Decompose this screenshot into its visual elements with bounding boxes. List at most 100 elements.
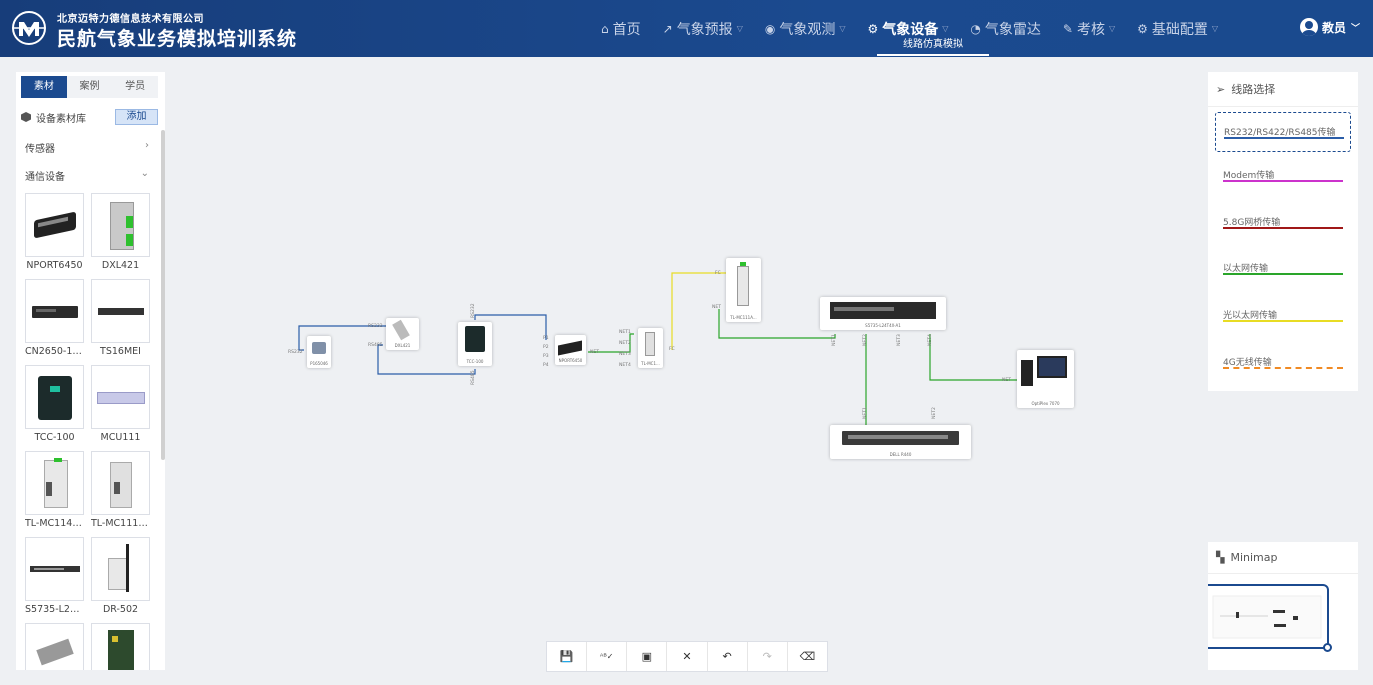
device-thumb [91, 365, 150, 429]
chevron-right-icon: › [145, 140, 149, 151]
port-label: NET [590, 350, 599, 355]
route-line [1223, 320, 1343, 322]
nav-observation[interactable]: ◉ 气象观测 ▽ [754, 0, 857, 57]
route-ethernet[interactable]: 以太网传输 [1215, 249, 1351, 289]
device-item[interactable]: DXL421 [91, 193, 150, 271]
node-optiplex[interactable]: OptiPlex 7070 [1017, 350, 1074, 408]
route-4g[interactable]: 4G无线传输 [1215, 343, 1351, 383]
fit-button[interactable]: ✕ [667, 642, 708, 671]
port-label: RS232 [471, 303, 476, 318]
device-item[interactable] [91, 623, 150, 670]
device-item[interactable]: TL-MC111A... [91, 451, 150, 529]
device-label: TS16MEI [100, 346, 141, 357]
route-line [1223, 367, 1343, 369]
route-rs232[interactable]: RS232/RS422/RS485传输 [1215, 112, 1351, 152]
minimap-viewport[interactable] [1208, 584, 1329, 649]
port-label: FC [669, 347, 675, 352]
spellcheck-button[interactable]: ᴬᴮ✓ [587, 642, 628, 671]
eraser-button[interactable]: ⌫ [788, 642, 827, 671]
undo-icon: ↶ [722, 650, 732, 663]
port-label: NET [1002, 378, 1011, 383]
devices-icon: ⚙ [867, 21, 879, 36]
app-header: 北京迈特力德信息技术有限公司 民航气象业务模拟培训系统 ⌂ 首页 ↗ 气象预报 … [0, 0, 1373, 57]
nav-label: 首页 [612, 21, 641, 38]
image-button[interactable]: ▣ [627, 642, 668, 671]
port-label: P1 [543, 336, 549, 341]
nav-exam[interactable]: ✎ 考核 ▽ [1052, 0, 1126, 57]
device-item[interactable] [25, 623, 84, 670]
route-modem[interactable]: Modem传输 [1215, 156, 1351, 196]
node-p165046[interactable]: P165046 [307, 336, 331, 368]
category-sensor[interactable]: 传感器 › [25, 140, 149, 155]
port-label: NET4 [619, 363, 631, 368]
route-panel-header: ➢ 线路选择 [1208, 72, 1358, 107]
minimap-preview [1212, 595, 1322, 639]
user-menu[interactable]: 教员 ﹀ [1300, 18, 1360, 36]
nav-home[interactable]: ⌂ 首页 [590, 0, 652, 57]
redo-button[interactable]: ↷ [748, 642, 788, 671]
tab-material[interactable]: 素材 [21, 76, 67, 98]
minimap-panel: ▚ Minimap [1208, 542, 1358, 670]
node-label: TL-MC111A... [730, 315, 757, 320]
company-name: 北京迈特力德信息技术有限公司 [57, 14, 204, 25]
add-button[interactable]: 添加 [115, 109, 158, 125]
scrollbar[interactable] [161, 130, 165, 460]
node-label: DXL421 [394, 343, 411, 348]
logo-icon [12, 11, 46, 45]
tab-case[interactable]: 案例 [67, 76, 113, 98]
save-button[interactable]: 💾 [547, 642, 588, 671]
port-label: NET2 [932, 407, 937, 419]
nav-label: 气象雷达 [984, 21, 1041, 38]
node-dell-r440[interactable]: DELL R440 [830, 425, 971, 459]
device-item[interactable]: NPORT6450 [25, 193, 84, 271]
chart-icon: ↗ [662, 21, 673, 36]
undo-button[interactable]: ↶ [708, 642, 748, 671]
device-thumb [91, 623, 150, 670]
chevron-down-icon: ▽ [839, 24, 846, 33]
node-label: OptiPlex 7070 [1031, 401, 1060, 406]
device-thumb [91, 451, 150, 515]
minimap-title: Minimap [1230, 551, 1278, 564]
eraser-icon: ⌫ [799, 650, 816, 663]
tab-student[interactable]: 学员 [112, 76, 158, 98]
device-label: TCC-100 [34, 432, 75, 443]
save-icon: 💾 [559, 650, 574, 663]
device-item[interactable]: TCC-100 [25, 365, 84, 443]
node-nport6450[interactable]: NPORT6450 [555, 335, 586, 365]
category-comm[interactable]: 通信设备 ⌄ [25, 168, 149, 183]
cube-icon [21, 112, 31, 122]
connection-line [929, 334, 1017, 381]
port-label: NET [712, 305, 721, 310]
nav-config[interactable]: ⚙ 基础配置 ▽ [1126, 0, 1229, 57]
device-thumb [91, 193, 150, 257]
library-header: 设备素材库 添加 [21, 108, 158, 126]
device-item[interactable]: S5735-L24T... [25, 537, 84, 615]
device-item[interactable]: TL-MC1148-... [25, 451, 84, 529]
topology-canvas[interactable]: P165046 DXL421 TCC-100 NPORT6450 TL-MC1.… [172, 60, 1202, 680]
route-selection-panel: ➢ 线路选择 RS232/RS422/RS485传输 Modem传输 5.8G网… [1208, 72, 1358, 391]
device-thumb [25, 537, 84, 601]
node-tcc100[interactable]: TCC-100 [458, 322, 492, 366]
port-label: RS485 [471, 370, 476, 385]
route-optical[interactable]: 光以太网传输 [1215, 296, 1351, 336]
minimap-header: ▚ Minimap [1208, 542, 1358, 574]
device-thumb [91, 537, 150, 601]
minimap-resize-handle[interactable] [1323, 643, 1332, 652]
nav-forecast[interactable]: ↗ 气象预报 ▽ [652, 0, 754, 57]
nav-sub-route-sim[interactable]: 线路仿真模拟 [877, 36, 989, 56]
node-label: TL-MC1... [641, 361, 660, 366]
eye-icon: ◉ [764, 21, 776, 36]
port-label: NET1 [832, 334, 837, 346]
node-dxl421[interactable]: DXL421 [386, 318, 419, 350]
device-item[interactable]: MCU111 [91, 365, 150, 443]
device-item[interactable]: DR-502 [91, 537, 150, 615]
port-label: RS232 [288, 350, 303, 355]
route-58g[interactable]: 5.8G网桥传输 [1215, 203, 1351, 243]
spellcheck-icon: ᴬᴮ✓ [599, 652, 614, 661]
device-item[interactable]: CN2650-16-... [25, 279, 84, 357]
device-item[interactable]: TS16MEI [91, 279, 150, 357]
node-tl-mc-1[interactable]: TL-MC1... [638, 328, 663, 368]
node-tl-mc111a[interactable]: TL-MC111A... [726, 258, 761, 322]
node-s5735[interactable]: S5735-L24T4X-A1 [820, 297, 946, 330]
nav-label: 气象预报 [676, 21, 733, 38]
